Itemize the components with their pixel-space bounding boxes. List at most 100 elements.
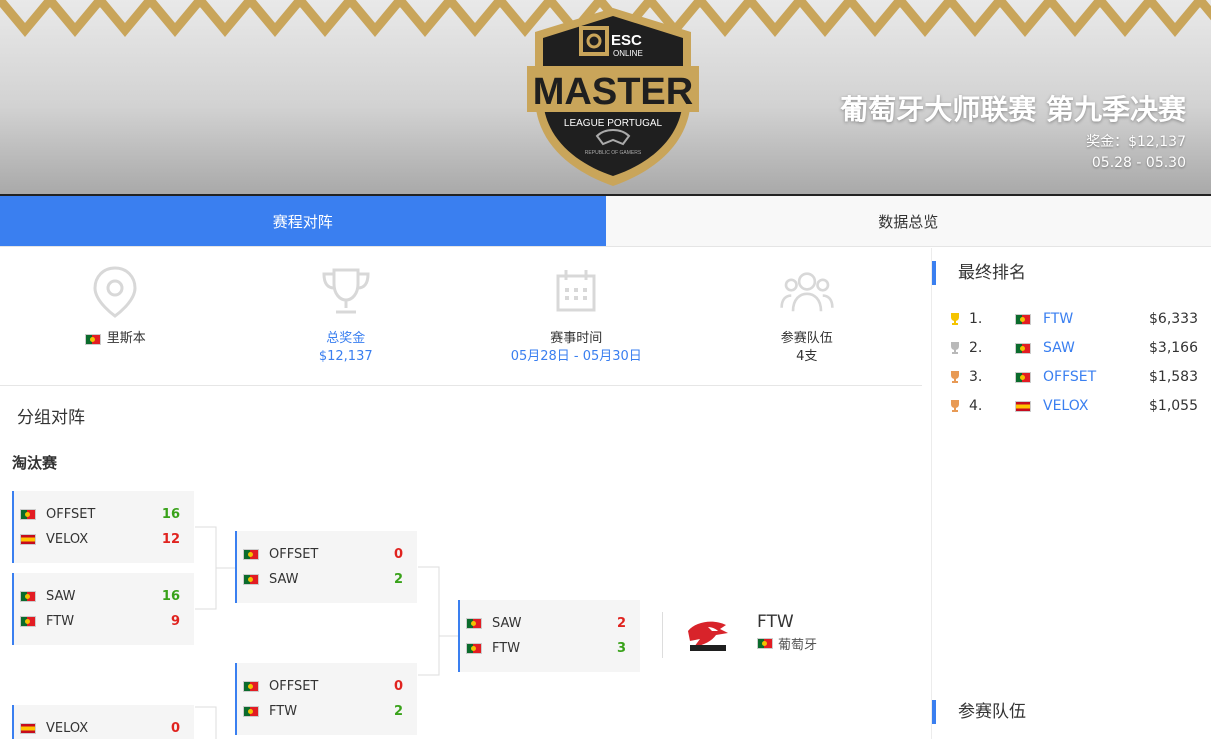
winner-team-name[interactable]: FTW <box>757 612 794 632</box>
team-name: FTW <box>492 641 602 656</box>
tab-bar: 赛程对阵 数据总览 <box>0 196 1211 247</box>
rank-team-name[interactable]: FTW <box>1043 311 1149 327</box>
portugal-flag-icon <box>466 643 482 654</box>
teams-panel-title: 参赛队伍 <box>932 700 1026 724</box>
rank-team-name[interactable]: OFFSET <box>1043 369 1149 385</box>
calendar-icon <box>548 264 604 320</box>
team-score: 2 <box>379 704 417 719</box>
event-info-row: 里斯本 总奖金 $12,137 赛事时间 05月28日 - 05月30日 参赛队… <box>0 248 922 386</box>
tab-schedule[interactable]: 赛程对阵 <box>0 196 606 246</box>
portugal-flag-icon <box>1015 343 1031 354</box>
team-row: VELOX 0 <box>14 716 194 741</box>
ranking-title: 最终排名 <box>932 261 1026 285</box>
team-row: FTW 3 <box>460 636 640 661</box>
portugal-flag-icon <box>757 638 773 649</box>
tab-stats[interactable]: 数据总览 <box>606 196 1211 246</box>
winner-country-text: 葡萄牙 <box>778 634 817 653</box>
rank-row[interactable]: 2. SAW $3,166 <box>948 337 1198 359</box>
rank-team-name[interactable]: SAW <box>1043 340 1149 356</box>
silver-trophy-icon <box>948 341 962 355</box>
info-location: 里斯本 <box>0 248 231 385</box>
team-name: OFFSET <box>46 507 156 522</box>
portugal-flag-icon <box>20 616 36 627</box>
rank-row[interactable]: 4. VELOX $1,055 <box>948 395 1198 417</box>
match-final[interactable]: SAW 2 FTW 3 <box>458 600 640 672</box>
logo-online-text: ONLINE <box>613 49 643 58</box>
portugal-flag-icon <box>85 334 101 345</box>
location-text: 里斯本 <box>107 330 146 348</box>
rank-row[interactable]: 1. FTW $6,333 <box>948 308 1198 330</box>
location-pin-icon <box>87 264 143 320</box>
time-label: 赛事时间 <box>550 330 602 348</box>
team-name: SAW <box>269 572 379 587</box>
rank-number: 4. <box>969 398 1015 414</box>
prize-label: 总奖金 <box>326 330 365 348</box>
spain-flag-icon <box>1015 401 1031 412</box>
portugal-flag-icon <box>243 681 259 692</box>
portugal-flag-icon <box>243 574 259 585</box>
logo-sponsor-text: REPUBLIC OF GAMERS <box>585 150 642 156</box>
portugal-flag-icon <box>1015 372 1031 383</box>
bracket-stage-title: 淘汰赛 <box>12 452 57 473</box>
info-teams: 参赛队伍 4支 <box>692 248 923 385</box>
portugal-flag-icon <box>466 618 482 629</box>
team-row: OFFSET 16 <box>14 502 194 527</box>
portugal-flag-icon <box>20 591 36 602</box>
team-row: FTW 9 <box>14 609 194 634</box>
logo-esc-text: ESC <box>611 32 642 49</box>
match-r1-2[interactable]: SAW 16 FTW 9 <box>12 573 194 645</box>
winner-country: 葡萄牙 <box>757 634 817 653</box>
prize-value: $12,137 <box>319 348 373 366</box>
location-label: 里斯本 <box>85 330 146 348</box>
bracket-section-title: 分组对阵 <box>17 403 85 428</box>
rank-row[interactable]: 3. OFFSET $1,583 <box>948 366 1198 388</box>
portugal-flag-icon <box>1015 314 1031 325</box>
bronze-trophy-icon <box>948 370 962 384</box>
rank-prize: $6,333 <box>1149 311 1198 327</box>
portugal-flag-icon <box>243 706 259 717</box>
time-value: 05月28日 - 05月30日 <box>511 348 642 366</box>
logo-league-text: LEAGUE PORTUGAL <box>564 118 663 129</box>
rank-number: 3. <box>969 369 1015 385</box>
ftw-team-logo-icon[interactable] <box>686 617 730 653</box>
team-name: OFFSET <box>269 547 379 562</box>
team-score: 12 <box>156 532 194 547</box>
event-dates: 05.28 - 05.30 <box>1092 155 1186 171</box>
rank-prize: $1,583 <box>1149 369 1198 385</box>
winner-divider <box>662 612 663 658</box>
rank-prize: $1,055 <box>1149 398 1198 414</box>
match-r2-2[interactable]: OFFSET 0 FTW 2 <box>235 663 417 735</box>
match-r2-1[interactable]: OFFSET 0 SAW 2 <box>235 531 417 603</box>
match-r1-3[interactable]: VELOX 0 <box>12 705 194 739</box>
bronze-trophy-icon <box>948 399 962 413</box>
rank-number: 2. <box>969 340 1015 356</box>
team-score: 16 <box>156 507 194 522</box>
team-row: OFFSET 0 <box>237 542 417 567</box>
team-name: VELOX <box>46 532 156 547</box>
team-name: OFFSET <box>269 679 379 694</box>
esc-master-logo: ESC ONLINE MASTER LEAGUE PORTUGAL REPUBL… <box>525 4 701 188</box>
event-prize: 奖金：$12,137 <box>1086 131 1186 151</box>
team-row: SAW 2 <box>237 567 417 592</box>
match-r1-1[interactable]: OFFSET 16 VELOX 12 <box>12 491 194 563</box>
team-row: OFFSET 0 <box>237 674 417 699</box>
rank-number: 1. <box>969 311 1015 327</box>
team-score: 9 <box>156 614 194 629</box>
team-score: 2 <box>602 616 640 631</box>
gold-trophy-icon <box>948 312 962 326</box>
team-score: 2 <box>379 572 417 587</box>
team-name: FTW <box>46 614 156 629</box>
teams-label: 参赛队伍 <box>781 330 833 348</box>
team-score: 16 <box>156 589 194 604</box>
team-score: 0 <box>379 547 417 562</box>
team-row: VELOX 12 <box>14 527 194 552</box>
team-row: FTW 2 <box>237 699 417 724</box>
logo-master-text: MASTER <box>533 71 693 113</box>
event-title: 葡萄牙大师联赛 第九季决赛 <box>840 88 1186 128</box>
rank-prize: $3,166 <box>1149 340 1198 356</box>
team-score: 0 <box>379 679 417 694</box>
rank-team-name[interactable]: VELOX <box>1043 398 1149 414</box>
team-name: SAW <box>492 616 602 631</box>
team-name: SAW <box>46 589 156 604</box>
teams-value: 4支 <box>796 348 817 366</box>
